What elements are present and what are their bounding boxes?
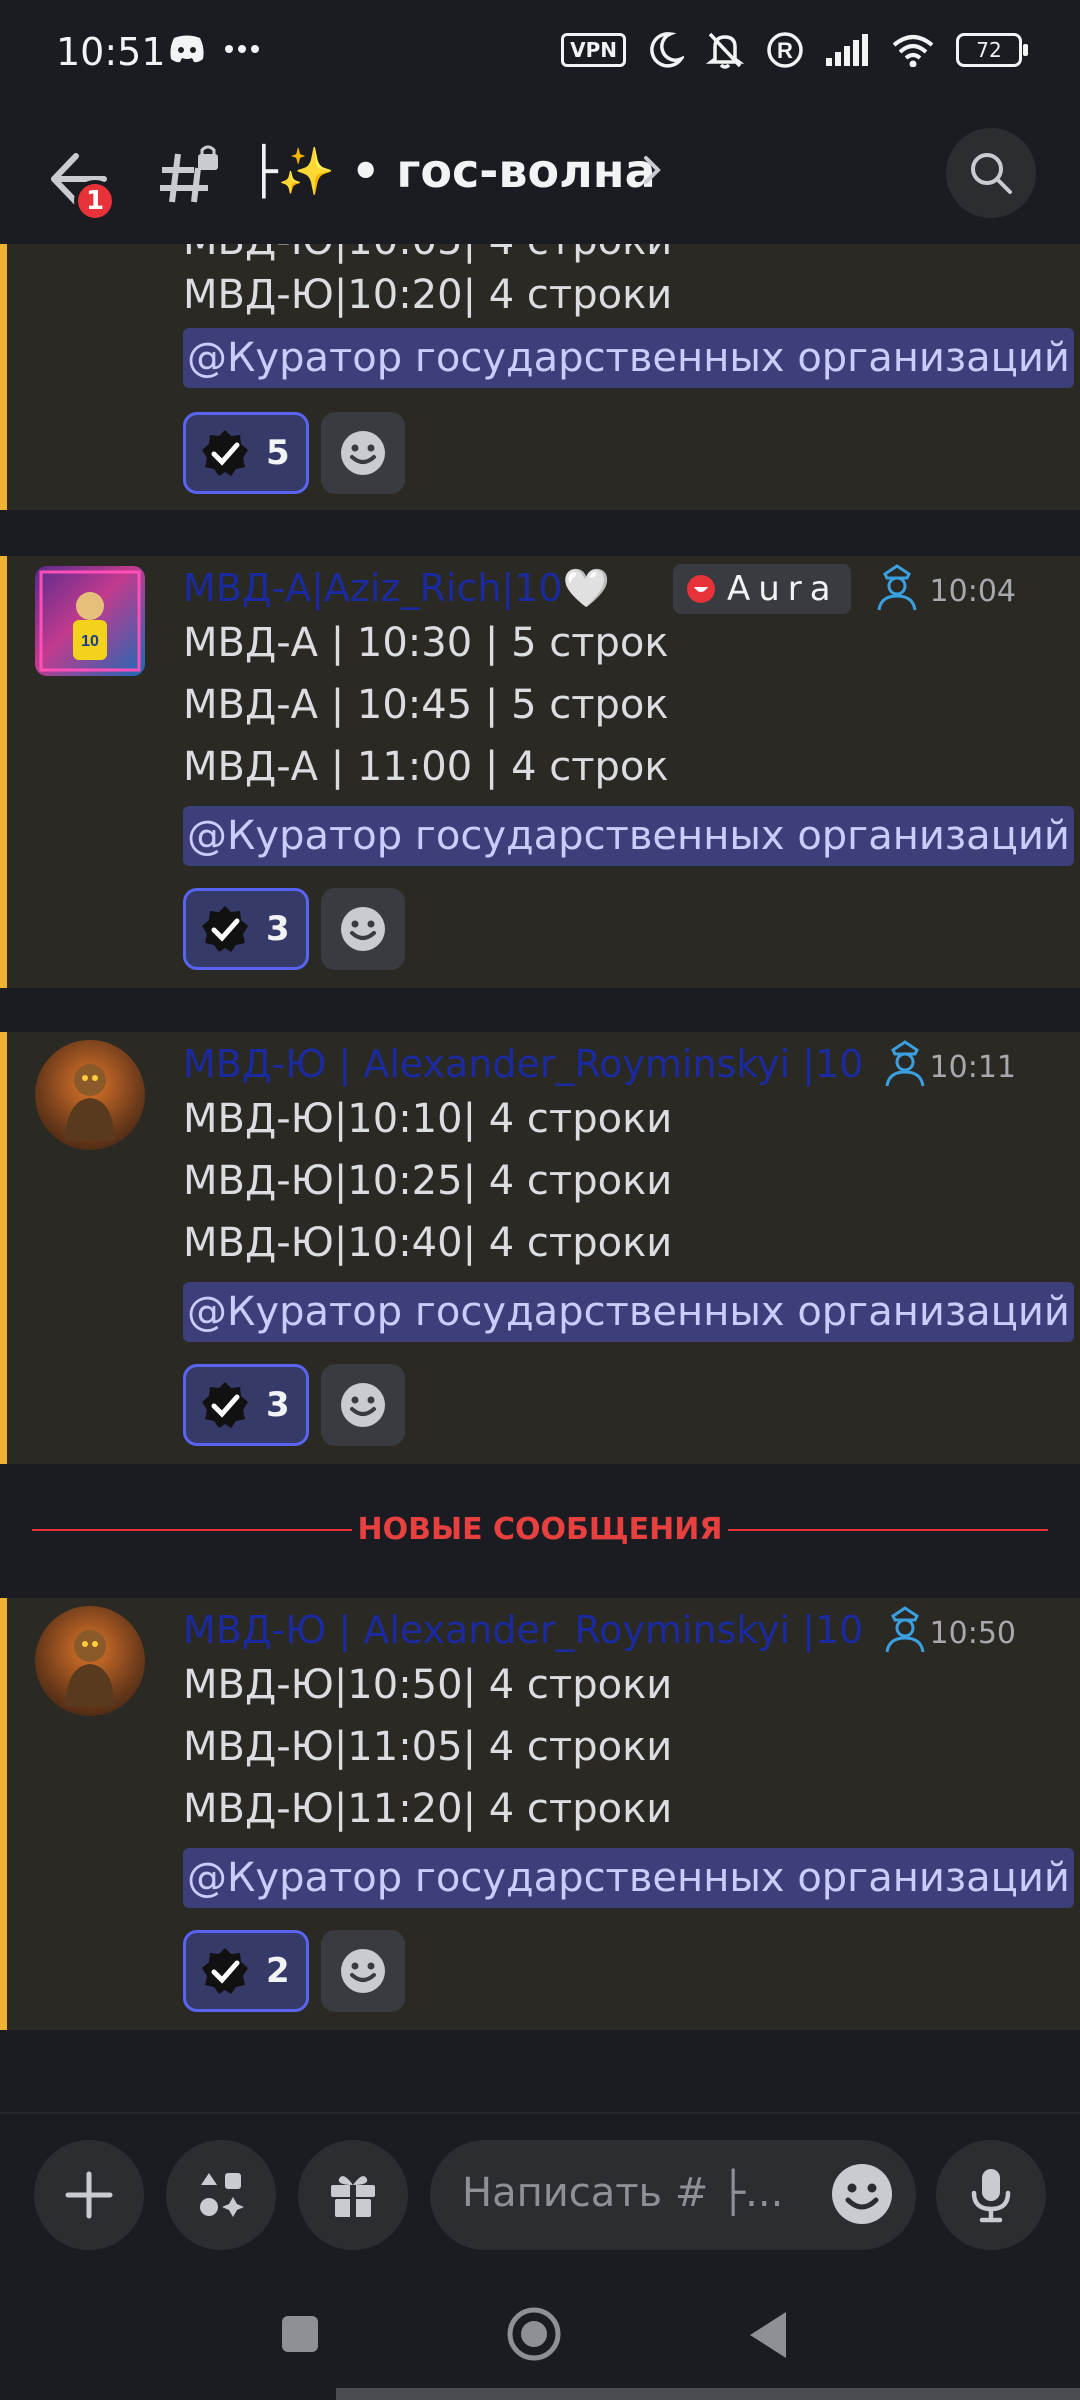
avatar-image [65,1630,115,1706]
reaction-count: 3 [266,1385,290,1425]
reaction-button[interactable]: 3 [183,888,309,970]
discord-icon [170,35,204,63]
message-line: МВД-А | 10:45 | 5 строк [183,682,669,728]
mention[interactable]: @Куратор государственных организаций [183,328,1074,388]
verified-check-icon [202,906,248,952]
status-bar: 10:51 VPN R 72 [0,0,1080,108]
message-line: МВД-Ю|10:10| 4 строки [183,1096,673,1142]
message-line: МВД-А | 10:30 | 5 строк [183,620,669,666]
verified-check-icon [202,1948,248,1994]
police-officer-icon [877,564,917,611]
message-line: МВД-Ю|10:40| 4 строки [183,1220,673,1266]
username[interactable]: МВД-Ю | Alexander_Royminskyi |10 [183,1042,863,1086]
reaction-count: 5 [266,433,290,473]
channel-header: 1 ├✨ • гос-волна [0,108,1080,244]
reaction-count: 3 [266,909,290,949]
status-time: 10:51 [56,30,166,74]
text-channel-locked-icon [160,145,218,203]
tag-label: Aura [727,569,839,609]
message[interactable]: МВД-Ю|10:05| 4 строки МВД-Ю|10:20| 4 стр… [0,244,1080,510]
recent-apps-icon[interactable] [280,2314,320,2354]
mention[interactable]: @Куратор государственных организаций [183,1282,1074,1342]
mention[interactable]: @Куратор государственных организаций [183,806,1074,866]
message[interactable]: 10 МВД-А|Aziz_Rich|10🤍 Aura 10:04 МВД-А … [0,556,1080,988]
username[interactable]: МВД-А|Aziz_Rich|10🤍 [183,566,610,611]
add-reaction-button[interactable] [321,888,405,970]
new-messages-divider: НОВЫЕ СООБЩЕНИЯ [32,1500,1048,1560]
mention[interactable]: @Куратор государственных организаций [183,1848,1074,1908]
verified-check-icon [202,1382,248,1428]
voice-message-button[interactable] [936,2140,1046,2250]
reaction-button[interactable]: 2 [183,1930,309,2012]
tag-icon [687,575,715,603]
police-officer-icon [885,1040,925,1087]
message-time: 10:11 [929,1050,1016,1085]
reaction-count: 2 [266,1951,290,1991]
smile-icon [341,907,385,951]
signal-icon [826,34,868,66]
smile-icon [341,1383,385,1427]
system-navigation-bar [0,2280,1080,2400]
vpn-icon: VPN [561,33,626,67]
police-officer-icon [885,1606,925,1653]
message-line: МВД-Ю|11:20| 4 строки [183,1786,673,1832]
message-line: МВД-Ю|10:20| 4 строки [183,272,673,318]
moon-icon [650,32,684,68]
microphone-icon [971,2169,1011,2223]
message-line: МВД-Ю|11:05| 4 строки [183,1724,673,1770]
divider-label: НОВЫЕ СООБЩЕНИЯ [357,1512,723,1547]
verified-check-icon [202,430,248,476]
user-tag: Aura [673,564,851,614]
svg-text:10: 10 [81,633,99,650]
add-reaction-button[interactable] [321,1930,405,2012]
message-line: МВД-А | 11:00 | 4 строк [183,744,669,790]
channel-name[interactable]: ├✨ • гос-волна [250,144,656,199]
message[interactable]: МВД-Ю | Alexander_Royminskyi |10 10:50 М… [0,1598,1080,2030]
plus-icon [65,2171,113,2219]
battery-icon: 72 [956,33,1028,67]
search-button[interactable] [946,128,1036,218]
message[interactable]: МВД-Ю | Alexander_Royminskyi |10 10:11 М… [0,1032,1080,1464]
apps-icon [200,2173,244,2217]
bell-off-icon [706,32,744,69]
smile-icon [341,431,385,475]
gesture-indicator [336,2388,1080,2400]
avatar-image: 10 [39,570,141,672]
message-line: МВД-Ю|10:25| 4 строки [183,1158,673,1204]
reaction-button[interactable]: 3 [183,1364,309,1446]
avatar[interactable] [35,1040,145,1150]
back-nav-icon[interactable] [746,2310,790,2360]
wifi-icon [892,35,934,67]
apps-button[interactable] [166,2140,276,2250]
message-input-placeholder: Написать # ├... [462,2170,784,2216]
username[interactable]: МВД-Ю | Alexander_Royminskyi |10 [183,1608,863,1652]
smile-icon [341,1949,385,1993]
unread-badge: 1 [74,180,116,222]
svg-text:R: R [777,38,793,63]
avatar[interactable] [35,1606,145,1716]
more-dots-icon [225,45,259,53]
reaction-button[interactable]: 5 [183,412,309,494]
add-reaction-button[interactable] [321,412,405,494]
attach-button[interactable] [34,2140,144,2250]
home-icon[interactable] [506,2306,562,2362]
message-line: МВД-Ю|10:50| 4 строки [183,1662,673,1708]
gift-button[interactable] [298,2140,408,2250]
add-reaction-button[interactable] [321,1364,405,1446]
message-time: 10:04 [929,574,1016,609]
gift-icon [331,2176,375,2217]
chevron-right-icon[interactable] [640,150,664,190]
emoji-picker-icon[interactable] [830,2162,894,2226]
registered-icon: R [767,32,803,68]
search-icon [971,153,1012,194]
avatar-image [65,1064,115,1140]
message-time: 10:50 [929,1616,1016,1651]
message-composer: Написать # ├... [0,2112,1080,2282]
message-input[interactable]: Написать # ├... [430,2140,916,2250]
avatar[interactable]: 10 [35,566,145,676]
